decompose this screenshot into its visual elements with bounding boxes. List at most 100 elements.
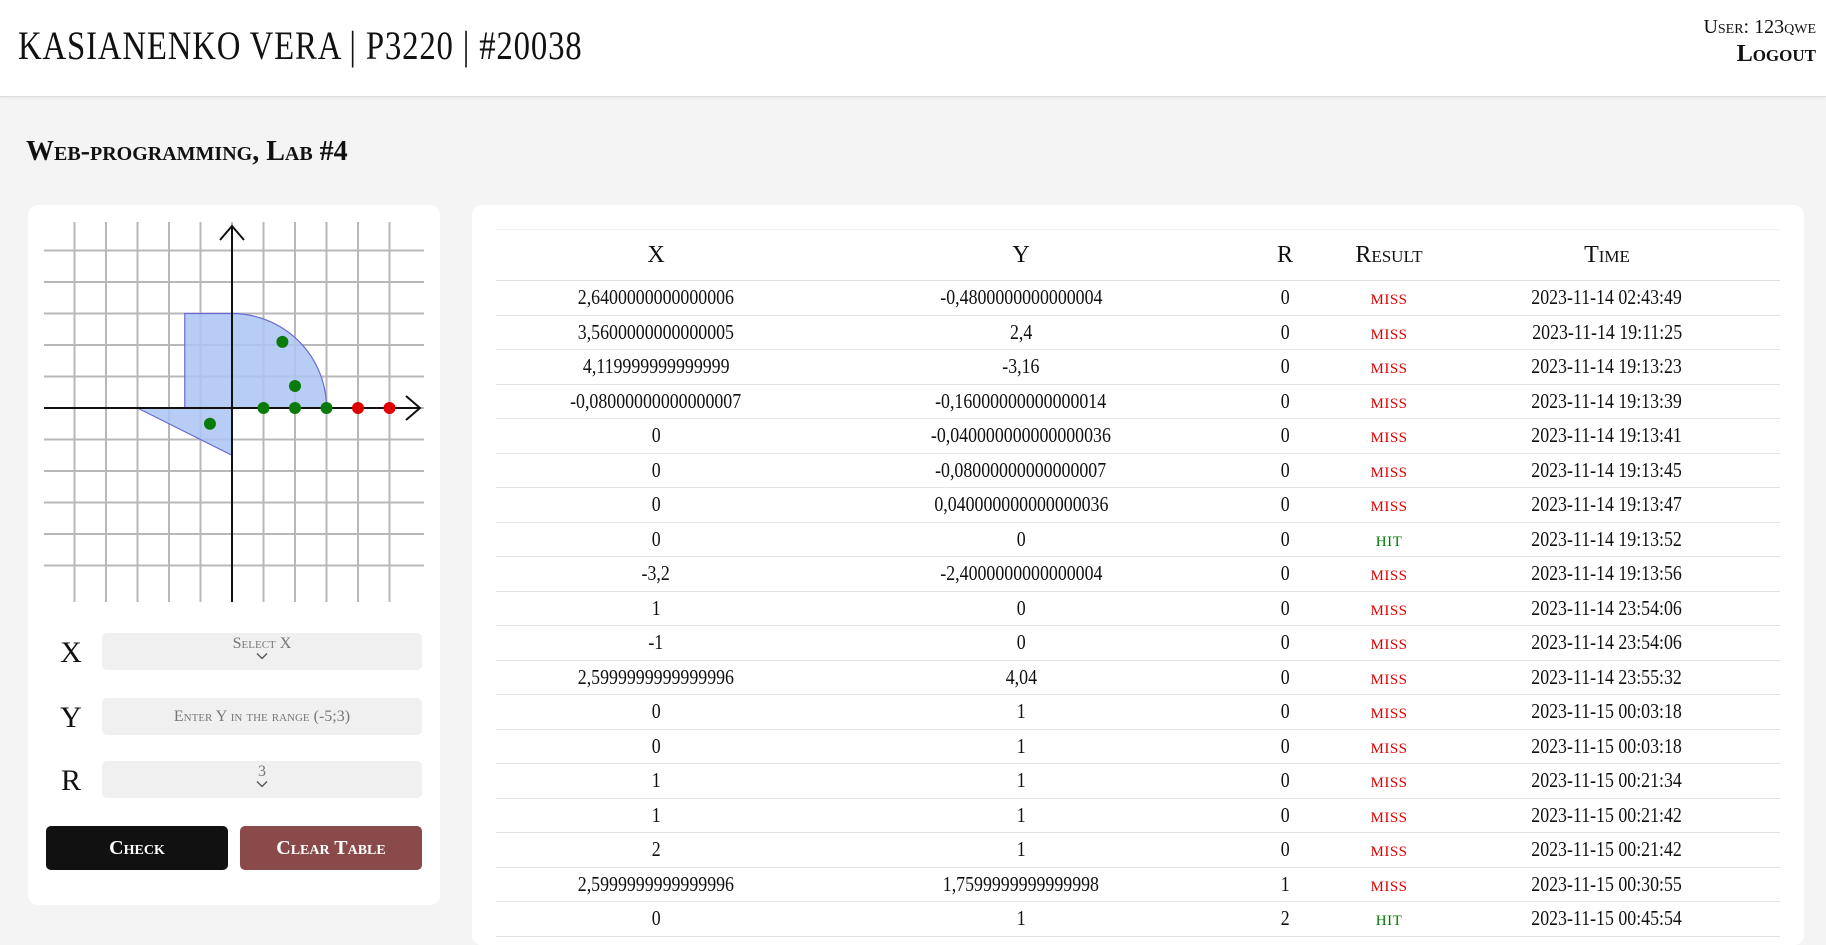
cell-x-value: -3,2 xyxy=(641,561,671,586)
cell-x: -0,08000000000000007 xyxy=(496,384,816,419)
table-row: -3,2 -2,4000000000000004 0 miss 2023-11-14 1… xyxy=(496,556,1780,592)
y-input[interactable] xyxy=(102,698,422,735)
cell-x-value: 2,5999999999999996 xyxy=(577,664,735,689)
cell-r: 2 xyxy=(1226,901,1344,937)
cell-time-value: 2023-11-14 19:13:39 xyxy=(1531,388,1683,413)
cell-r: 0 xyxy=(1226,453,1344,488)
table-row: 1 0 0 miss 2023-11-14 23:54:06 xyxy=(496,591,1780,626)
cell-x: 2,5999999999999996 xyxy=(496,660,816,695)
cell-result: miss xyxy=(1344,453,1434,488)
check-button[interactable]: Check xyxy=(46,826,228,870)
cell-y-value: -3,16 xyxy=(1002,354,1040,379)
cell-y: 1 xyxy=(816,832,1226,868)
cell-r-value: 0 xyxy=(1280,699,1290,724)
cell-x: 1 xyxy=(496,763,816,799)
y-label: Y xyxy=(60,701,82,734)
cell-r: 0 xyxy=(1226,591,1344,626)
cell-result: hit xyxy=(1344,522,1434,557)
cell-r: 0 xyxy=(1226,694,1344,730)
chevron-down-icon xyxy=(256,781,268,787)
cell-y: -0,4800000000000004 xyxy=(816,280,1226,316)
x-select[interactable]: Select X xyxy=(102,633,422,670)
hit-point xyxy=(289,402,301,414)
cell-x: 0 xyxy=(496,729,816,764)
column-header-x: X xyxy=(496,229,816,281)
cell-y-value: 4,04 xyxy=(1005,664,1037,689)
cell-y: 0,040000000000000036 xyxy=(816,487,1226,523)
cell-time-value: 2023-11-14 19:13:56 xyxy=(1531,561,1683,586)
cell-time: 2023-11-14 19:13:56 xyxy=(1434,556,1780,592)
table-row: 0 -0,08000000000000007 0 miss 2023-11-14 19:… xyxy=(496,453,1780,488)
cell-r: 0 xyxy=(1226,763,1344,799)
cell-time: 2023-11-14 19:13:47 xyxy=(1434,487,1780,523)
cell-time: 2023-11-14 19:13:39 xyxy=(1434,384,1780,419)
miss-point xyxy=(383,402,396,414)
cell-r-value: 0 xyxy=(1280,595,1290,620)
cell-time-value: 2023-11-15 00:30:55 xyxy=(1531,871,1683,896)
table-row: 2,6400000000000006 -0,4800000000000004 0 mi… xyxy=(496,280,1780,316)
column-header-r: R xyxy=(1226,229,1344,281)
r-select[interactable]: 3 xyxy=(102,761,422,798)
column-header-y: Y xyxy=(816,229,1226,281)
miss-point xyxy=(352,402,364,414)
cell-r-value: 0 xyxy=(1280,526,1290,551)
cell-r-value: 1 xyxy=(1280,871,1290,896)
cell-y: -0,040000000000000036 xyxy=(816,418,1226,454)
cell-r: 0 xyxy=(1226,522,1344,557)
cell-y-value: -2,4000000000000004 xyxy=(939,561,1103,586)
table-row: 0 1 2 hit 2023-11-15 00:45:54 xyxy=(496,901,1780,937)
cell-time: 2023-11-14 23:55:32 xyxy=(1434,660,1780,695)
x-select-placeholder: Select X xyxy=(232,635,292,652)
cell-r-value: 0 xyxy=(1280,492,1290,517)
cell-y: 2,4 xyxy=(816,315,1226,350)
cell-y-value: 1,7599999999999998 xyxy=(942,871,1100,896)
cell-x: 0 xyxy=(496,522,816,557)
cell-time: 2023-11-14 23:54:06 xyxy=(1434,591,1780,626)
cell-r: 1 xyxy=(1226,867,1344,902)
user-box: User: 123qwe Logout xyxy=(1703,16,1816,68)
cell-x-value: 0 xyxy=(651,423,661,448)
cell-result: hit xyxy=(1344,901,1434,937)
cell-r-value: 0 xyxy=(1280,388,1290,413)
cell-result: miss xyxy=(1344,418,1434,454)
cell-x: -1 xyxy=(496,625,816,661)
cell-y: -3,16 xyxy=(816,349,1226,385)
cell-time-value: 2023-11-14 23:54:06 xyxy=(1531,630,1683,655)
x-row: X Select X xyxy=(46,633,422,673)
cell-x-value: 0 xyxy=(651,699,661,724)
cell-x-value: 3,5600000000000005 xyxy=(577,319,735,344)
cell-result: miss xyxy=(1344,487,1434,523)
r-row: R 3 xyxy=(46,761,422,801)
cell-x-value: -0,08000000000000007 xyxy=(570,388,742,413)
cell-y: 1 xyxy=(816,763,1226,799)
coordinate-graph[interactable] xyxy=(44,222,424,602)
r-select-value: 3 xyxy=(258,763,266,780)
cell-result: miss xyxy=(1344,349,1434,385)
cell-x: 1 xyxy=(496,591,816,626)
cell-y-value: 1 xyxy=(1016,699,1026,724)
user-label: User: 123qwe xyxy=(1703,16,1816,38)
cell-time: 2023-11-15 00:21:42 xyxy=(1434,798,1780,833)
column-header-result: Result xyxy=(1344,229,1434,281)
clear-table-button[interactable]: Clear Table xyxy=(240,826,422,870)
cell-time-value: 2023-11-15 00:03:18 xyxy=(1531,699,1683,724)
cell-time-value: 2023-11-15 00:21:34 xyxy=(1531,768,1683,793)
cell-result: miss xyxy=(1344,660,1434,695)
cell-time: 2023-11-14 19:13:23 xyxy=(1434,349,1780,385)
cell-time-value: 2023-11-15 00:21:42 xyxy=(1531,802,1683,827)
cell-r: 0 xyxy=(1226,625,1344,661)
cell-result: miss xyxy=(1344,384,1434,419)
table-row: 0 -0,040000000000000036 0 miss 2023-11-14 19… xyxy=(496,418,1780,454)
cell-time: 2023-11-14 19:13:41 xyxy=(1434,418,1780,454)
table-row: 0 1 0 miss 2023-11-15 00:03:18 xyxy=(496,694,1780,730)
logout-link[interactable]: Logout xyxy=(1703,41,1816,68)
table-row: -0,08000000000000007 -0,16000000000000014… xyxy=(496,384,1780,419)
cell-x: 4,119999999999999 xyxy=(496,349,816,385)
cell-r: 0 xyxy=(1226,832,1344,868)
cell-result: miss xyxy=(1344,280,1434,316)
cell-time: 2023-11-14 19:11:25 xyxy=(1434,315,1780,350)
cell-time-value: 2023-11-14 02:43:49 xyxy=(1531,285,1683,310)
cell-time-value: 2023-11-14 23:55:32 xyxy=(1531,664,1683,689)
cell-x-value: 0 xyxy=(651,733,661,758)
cell-y-value: 2,4 xyxy=(1009,319,1033,344)
